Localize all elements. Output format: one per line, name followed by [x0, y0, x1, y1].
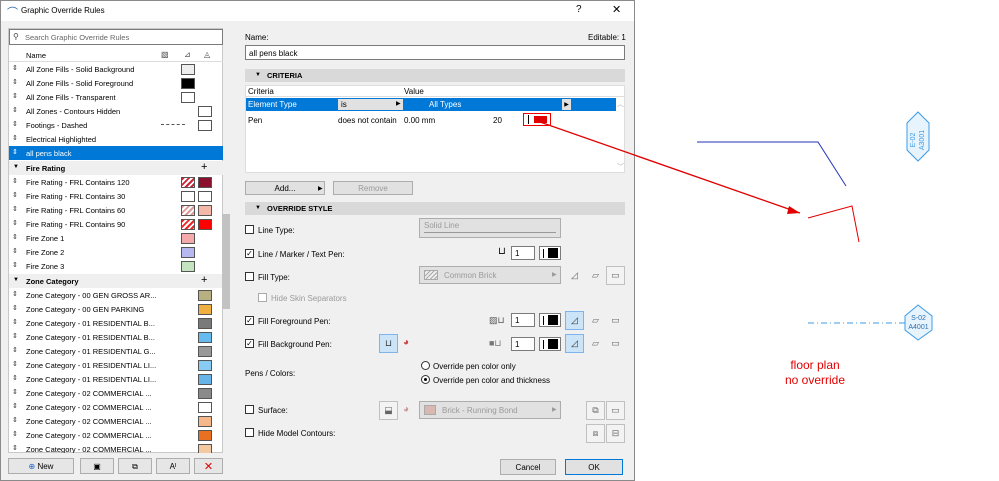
- tag-bottom-text: A4001: [908, 324, 929, 331]
- tag-top-text: E-02: [910, 132, 917, 148]
- floor-plan-drawing: [539, 111, 933, 341]
- wall-line-blue: [697, 141, 847, 187]
- elevation-tag-text: E-02 A3001: [909, 120, 927, 160]
- tag-top-text: S-02: [911, 315, 926, 322]
- arrow-head-icon: [787, 206, 800, 214]
- tag-bottom-text: A3001: [919, 129, 926, 151]
- wall-line-red: [807, 205, 860, 243]
- annotation-text: floor plan no override: [780, 358, 850, 388]
- annotation-arrow: [539, 121, 801, 214]
- annotation-line: no override: [784, 373, 846, 387]
- section-tag-text: S-02 A4001: [905, 314, 932, 332]
- annotation-line: floor plan: [790, 358, 840, 372]
